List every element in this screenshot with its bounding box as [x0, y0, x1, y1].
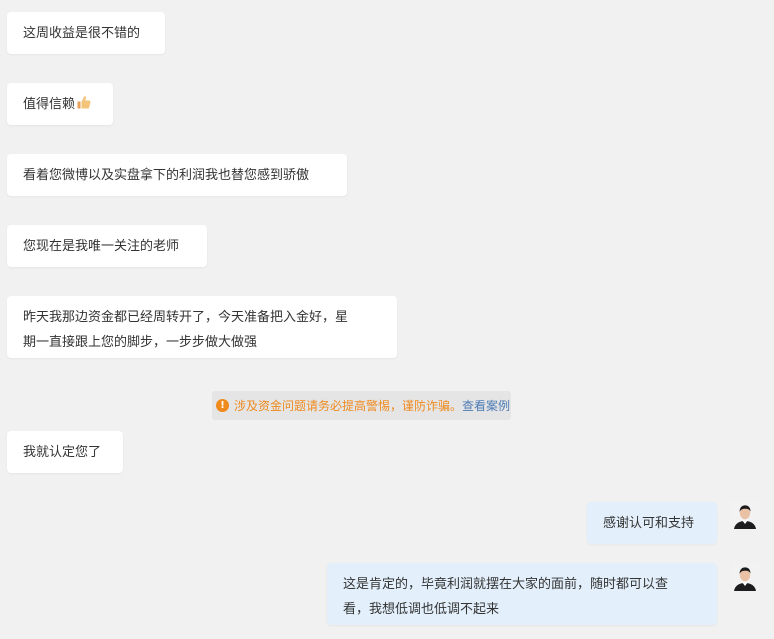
message-bubble-incoming[interactable]: 昨天我那边资金都已经周转开了，今天准备把入金好，星 期一直接跟上您的脚步，一步步…	[7, 296, 397, 358]
security-warning-notice: ! 涉及资金问题请务必提高警惕，谨防诈骗。 查看案例	[212, 391, 511, 420]
message-text: 看着您微博以及实盘拿下的利润我也替您感到骄傲	[23, 168, 310, 183]
message-text-line: 期一直接跟上您的脚步，一步步做大做强	[23, 335, 258, 350]
message-text: 我就认定您了	[23, 445, 102, 460]
message-text: 值得信赖	[23, 97, 76, 112]
view-cases-link[interactable]: 查看案例	[462, 397, 510, 414]
message-text: 您现在是我唯一关注的老师	[23, 239, 180, 254]
message-text: 感谢认可和支持	[603, 516, 695, 531]
message-bubble-incoming[interactable]: 您现在是我唯一关注的老师	[7, 225, 207, 267]
message-text-line: 这是肯定的，毕竟利润就摆在大家的面前，随时都可以查	[343, 577, 669, 592]
message-bubble-outgoing[interactable]: 感谢认可和支持	[587, 502, 717, 544]
message-bubble-outgoing[interactable]: 这是肯定的，毕竟利润就摆在大家的面前，随时都可以查 看，我想低调也低调不起来	[327, 563, 717, 625]
message-bubble-incoming[interactable]: 我就认定您了	[7, 431, 123, 473]
message-text-line: 昨天我那边资金都已经周转开了，今天准备把入金好，星	[23, 310, 349, 325]
thumbs-up-icon	[76, 94, 92, 119]
message-bubble-incoming[interactable]: 值得信赖	[7, 83, 113, 125]
warning-icon: !	[216, 399, 229, 412]
avatar-icon[interactable]	[731, 563, 759, 591]
message-text-line: 看，我想低调也低调不起来	[343, 602, 500, 617]
message-bubble-incoming[interactable]: 看着您微博以及实盘拿下的利润我也替您感到骄傲	[7, 154, 347, 196]
warning-text: 涉及资金问题请务必提高警惕，谨防诈骗。	[234, 399, 463, 413]
message-bubble-incoming[interactable]: 这周收益是很不错的	[7, 12, 165, 54]
avatar-icon[interactable]	[731, 501, 759, 529]
message-text: 这周收益是很不错的	[23, 26, 141, 41]
